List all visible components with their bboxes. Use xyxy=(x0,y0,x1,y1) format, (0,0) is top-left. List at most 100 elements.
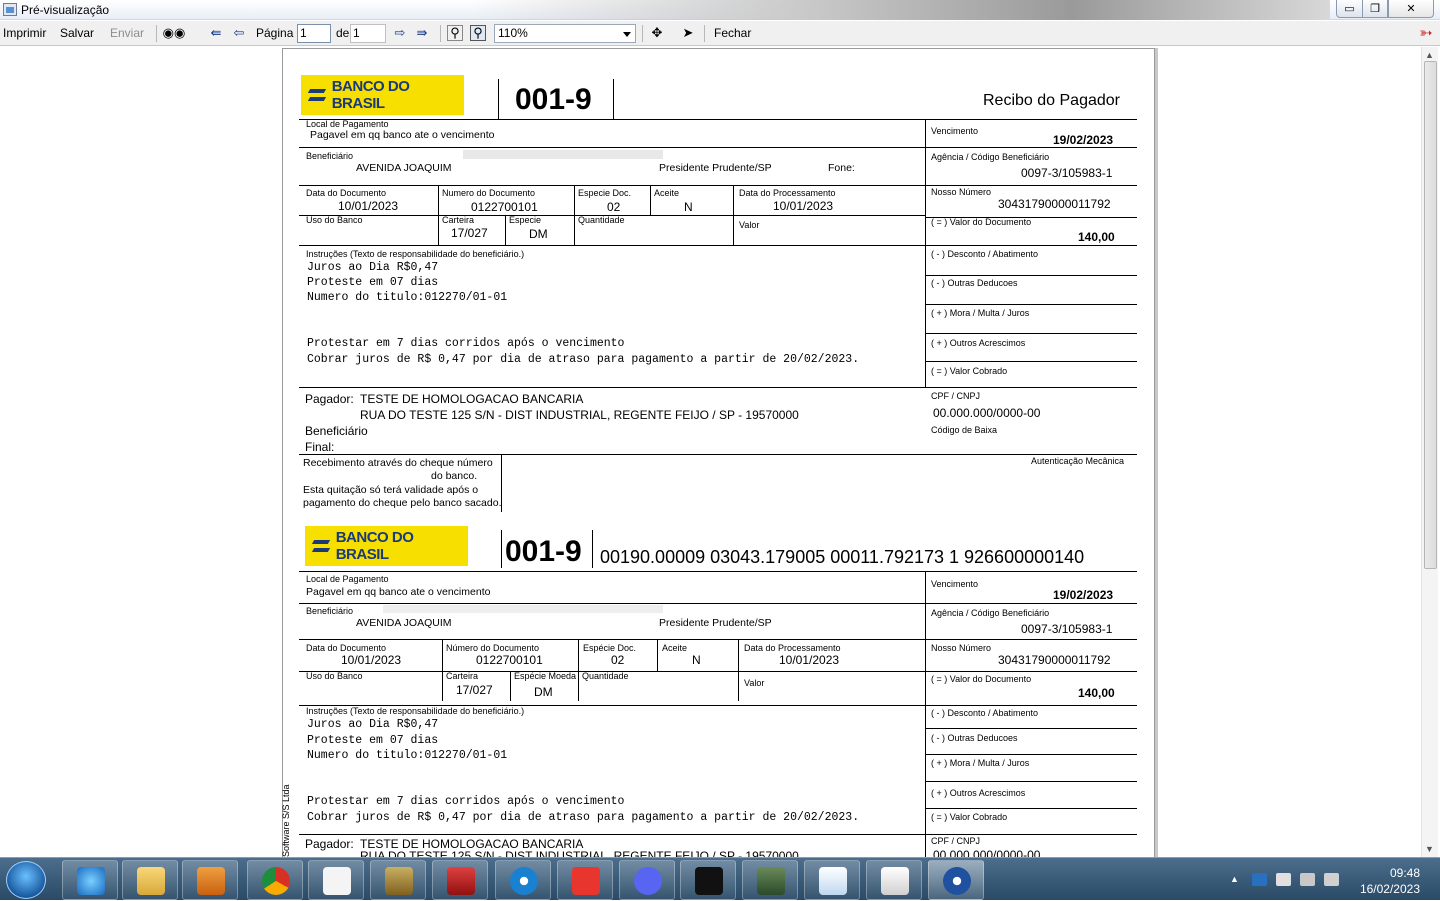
charged-label: ( = ) Valor Cobrado xyxy=(931,812,1008,822)
doc-number-label: Número do Documento xyxy=(446,643,540,653)
print-button[interactable]: Imprimir xyxy=(3,26,46,40)
zoom-in-icon[interactable]: ⚲ xyxy=(470,25,486,41)
vertical-scrollbar[interactable]: ▲ ▼ xyxy=(1421,47,1438,857)
close-preview-button[interactable]: Fechar xyxy=(714,26,751,40)
instruction-line: Juros ao Dia R$0,47 xyxy=(307,261,439,274)
close-icon: ✕ xyxy=(1406,3,1416,15)
total-pages-field: 1 xyxy=(350,24,386,43)
kind-label: Especie xyxy=(509,215,542,225)
taskbar-cmd[interactable] xyxy=(680,860,736,900)
save-button[interactable]: Salvar xyxy=(60,26,94,40)
last-page-icon[interactable]: ⇛ xyxy=(414,25,430,41)
preview-toolbar: Imprimir Salvar Enviar ◉◉ ⇚ ⇦ Página 1 d… xyxy=(0,21,1440,46)
taskbar-explorer[interactable] xyxy=(122,860,178,900)
payer-name: TESTE DE HOMOLOGACAO BANCARIA xyxy=(360,392,584,406)
taskbar-projeto[interactable] xyxy=(804,860,860,900)
redacted-area xyxy=(463,150,663,159)
taskbar-app-red[interactable] xyxy=(432,860,488,900)
doc-kind-label: Especie Doc. xyxy=(578,188,632,198)
payment-place-label: Local de Pagamento xyxy=(306,119,389,129)
scroll-down-icon[interactable]: ▼ xyxy=(1425,844,1434,854)
taskbar-chrome[interactable] xyxy=(247,860,303,900)
processing-date-label: Data do Processamento xyxy=(739,188,836,198)
doc-value: 140,00 xyxy=(1078,230,1115,244)
taskbar-help[interactable] xyxy=(866,860,922,900)
zoom-select[interactable]: 110% xyxy=(494,24,636,43)
row-line xyxy=(925,754,1137,755)
right-column-line xyxy=(925,119,926,387)
taskbar-discord[interactable] xyxy=(619,860,675,900)
taskbar-calendar[interactable] xyxy=(308,860,364,900)
keyboard-icon[interactable] xyxy=(1252,873,1267,886)
col-line xyxy=(510,671,511,701)
first-page-icon[interactable]: ⇚ xyxy=(208,25,224,41)
value-label: Valor xyxy=(739,220,760,230)
binoculars-search-icon[interactable]: ◉◉ xyxy=(163,25,186,41)
next-page-icon[interactable]: ⇨ xyxy=(392,25,408,41)
redacted-area xyxy=(383,605,663,613)
due-value: 19/02/2023 xyxy=(1053,588,1114,602)
processing-date: 10/01/2023 xyxy=(779,653,840,667)
previous-page-icon[interactable]: ⇦ xyxy=(231,25,247,41)
col-line xyxy=(578,639,579,701)
row-line xyxy=(299,147,1137,148)
taskbar-active-app[interactable] xyxy=(928,860,984,900)
instructions-label: Instruções (Texto de responsabilidade do… xyxy=(306,249,525,259)
action-center-icon[interactable] xyxy=(1276,873,1291,886)
show-hidden-icons-icon[interactable]: ▲ xyxy=(1230,874,1239,884)
col-line xyxy=(442,639,443,671)
start-button[interactable] xyxy=(6,861,46,899)
row-line xyxy=(299,387,1137,388)
scroll-up-icon[interactable]: ▲ xyxy=(1425,50,1434,60)
accept-label: Aceite xyxy=(662,643,688,653)
bank-logo: BANCO DO BRASIL xyxy=(305,526,468,566)
row-line xyxy=(299,603,1137,604)
beneficiary-label: Beneficiário xyxy=(306,606,354,616)
cheque-text: do banco. xyxy=(431,470,478,482)
currency-kind-label: Espécie Moeda xyxy=(514,671,577,681)
doc-kind: 02 xyxy=(607,200,621,214)
send-button[interactable]: Enviar xyxy=(110,26,144,40)
quantity-label: Quantidade xyxy=(578,215,625,225)
maximize-button[interactable]: ❐ xyxy=(1362,0,1388,18)
close-window-button[interactable]: ✕ xyxy=(1388,0,1434,18)
bank-logo-icon xyxy=(311,536,331,556)
taskbar-teamviewer[interactable] xyxy=(495,860,551,900)
col-line xyxy=(505,215,506,245)
teamviewer-icon xyxy=(510,867,538,895)
col-line xyxy=(657,639,658,671)
clock-date[interactable]: 16/02/2023 xyxy=(1360,882,1420,896)
receipt-title: Recibo do Pagador xyxy=(983,92,1120,109)
help-icon xyxy=(881,867,909,895)
taskbar-network[interactable] xyxy=(742,860,798,900)
page-number-input[interactable]: 1 xyxy=(297,24,331,43)
instruction-line: Proteste em 07 dias xyxy=(307,734,439,747)
network-tray-icon[interactable] xyxy=(1300,873,1315,886)
cpf-label: CPF / CNPJ xyxy=(931,836,981,846)
pointer-icon[interactable]: ➤ xyxy=(680,25,696,41)
kind: DM xyxy=(529,227,548,241)
cpf-value: 00.000.000/0000-00 xyxy=(933,406,1041,420)
clock-time[interactable]: 09:48 xyxy=(1390,866,1420,880)
taskbar-ie[interactable] xyxy=(62,860,118,900)
scrollbar-thumb[interactable] xyxy=(1424,61,1437,569)
volume-muted-icon[interactable] xyxy=(1324,873,1339,886)
minimize-button[interactable]: ▭ xyxy=(1336,0,1363,18)
move-page-icon[interactable]: ✥ xyxy=(649,25,665,41)
page-label: Página xyxy=(256,26,294,40)
wallet: 17/027 xyxy=(451,226,488,240)
payer-label: Pagador: xyxy=(305,392,354,406)
folder-icon xyxy=(137,867,165,895)
beneficiary-address: AVENIDA JOAQUIM xyxy=(356,162,452,174)
due-label: Vencimento xyxy=(931,126,979,136)
beneficiary-city: Presidente Prudente/SP xyxy=(659,617,772,629)
minimize-icon: ▭ xyxy=(1344,3,1355,15)
zoom-out-icon[interactable]: ⚲ xyxy=(447,25,463,41)
fine-label: ( + ) Mora / Multa / Juros xyxy=(931,758,1030,768)
row-line xyxy=(299,834,1137,835)
taskbar-anydesk[interactable] xyxy=(557,860,613,900)
taskbar-app-7[interactable] xyxy=(370,860,426,900)
taskbar-media[interactable] xyxy=(182,860,238,900)
terminal-icon xyxy=(695,867,723,895)
due-value: 19/02/2023 xyxy=(1053,133,1114,147)
